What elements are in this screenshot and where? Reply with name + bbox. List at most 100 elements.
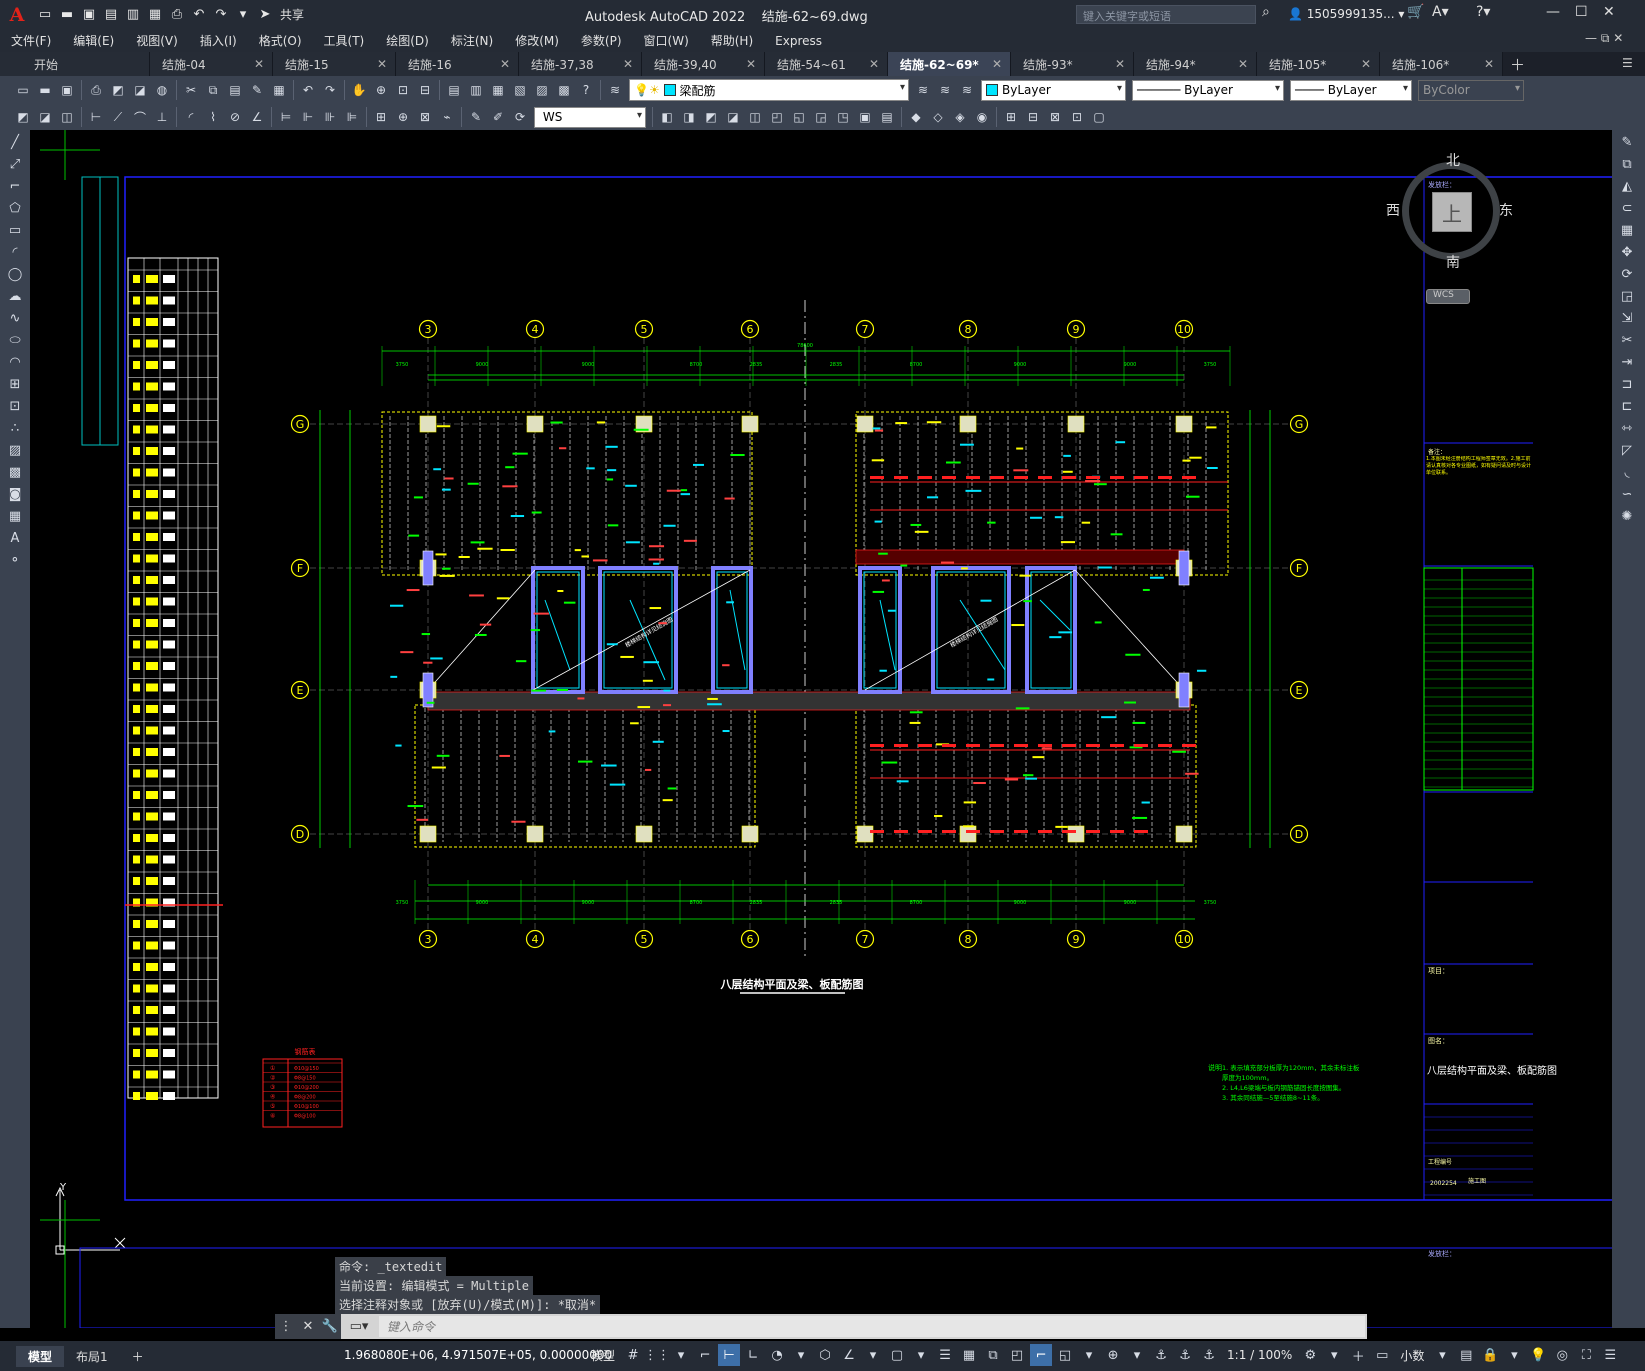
object-track-icon[interactable]: ∠	[838, 1344, 860, 1366]
copy-icon[interactable]: ⧉	[204, 81, 222, 99]
coordinates-readout[interactable]: 1.968080E+06, 4.971507E+05, 0.00000000	[344, 1348, 612, 1362]
mtext-icon[interactable]: A	[4, 528, 26, 548]
layer-dropdown[interactable]: 💡☀ 梁配筋 ▾	[629, 79, 909, 101]
clean-screen-icon[interactable]: ⛶	[1575, 1344, 1597, 1366]
wcs-menu[interactable]: WCS	[1426, 289, 1470, 304]
add-selected-icon[interactable]: ⚬	[4, 550, 26, 570]
cut-icon[interactable]: ✂	[182, 81, 200, 99]
hatch-icon[interactable]: ▨	[4, 440, 26, 460]
dim-update-icon[interactable]: ⟳	[511, 108, 529, 126]
dim-ordinate-icon[interactable]: ⊥	[153, 108, 171, 126]
qdim-icon[interactable]: ⊨	[277, 108, 295, 126]
view2-icon[interactable]: ◇	[929, 108, 947, 126]
workspace-menu-icon[interactable]: ▾	[1323, 1344, 1345, 1366]
ucs3-icon[interactable]: ◩	[702, 108, 720, 126]
revcloud-icon[interactable]: ☁	[4, 286, 26, 306]
drawing-canvas[interactable]: 钢筋表 ① Φ10@150 ② Φ8@150 ③ Φ10@200 ④ Φ8@200 ⑤ Φ10@1…	[30, 130, 1612, 1328]
ellipse-arc-icon[interactable]: ◠	[4, 352, 26, 372]
ucs2-icon[interactable]: ◨	[680, 108, 698, 126]
ucs10-icon[interactable]: ▣	[856, 108, 874, 126]
new-tab-icon[interactable]: ＋	[1510, 54, 1525, 75]
viewcube-south[interactable]: 南	[1446, 252, 1460, 272]
erase-icon[interactable]: ✎	[1616, 132, 1638, 152]
cmd-recent-icon[interactable]: ▭▾	[341, 1314, 377, 1339]
units-menu-icon[interactable]: ▾	[1431, 1344, 1453, 1366]
3d-osnap-icon[interactable]: ◰	[1006, 1344, 1028, 1366]
tab-list-icon[interactable]: ☰	[1622, 56, 1633, 70]
file-tab-6[interactable]: 结施-54~61 ✕	[765, 52, 888, 76]
ucs-dropdown[interactable]: WS ▾	[534, 106, 646, 128]
open-file-icon[interactable]: ▬	[57, 5, 77, 25]
snap-icon[interactable]: ⋮⋮	[644, 1344, 670, 1366]
ucs4-icon[interactable]: ◪	[724, 108, 742, 126]
sheetset-icon[interactable]: ▧	[511, 81, 529, 99]
point-icon[interactable]: ∴	[4, 418, 26, 438]
lineweight-dropdown[interactable]: ──── ByLayer ▾	[1290, 79, 1412, 101]
join-icon[interactable]: ⇿	[1616, 418, 1638, 438]
table-icon[interactable]: ▦	[4, 506, 26, 526]
tab-close-icon[interactable]: ✕	[746, 57, 756, 71]
autocad-logo[interactable]: A	[0, 0, 34, 29]
transparency-icon[interactable]: ▦	[958, 1344, 980, 1366]
redo-tb-icon[interactable]: ↷	[321, 81, 339, 99]
new-file-icon[interactable]: ▭	[35, 5, 55, 25]
menu-item-8[interactable]: 修改(M)	[504, 32, 570, 49]
lock-ui-icon[interactable]: 🔒	[1479, 1344, 1501, 1366]
layout-tab-layout1[interactable]: 布局1	[64, 1346, 120, 1367]
dwf-icon[interactable]: ◍	[153, 81, 171, 99]
tab-close-icon[interactable]: ✕	[500, 57, 510, 71]
track-menu-icon[interactable]: ▾	[862, 1344, 884, 1366]
menu-item-4[interactable]: 格式(O)	[248, 32, 313, 49]
menu-item-5[interactable]: 工具(T)	[313, 32, 376, 49]
file-tab-5[interactable]: 结施-39,40 ✕	[642, 52, 765, 76]
cmd-grip-icon[interactable]: ⋮	[275, 1314, 297, 1339]
tool-palette-icon[interactable]: ▦	[489, 81, 507, 99]
trim-icon[interactable]: ✂	[1616, 330, 1638, 350]
dimtedit-icon[interactable]: ✐	[489, 108, 507, 126]
autodesk-app-icon[interactable]: A▾	[1432, 4, 1449, 20]
file-tab-8[interactable]: 结施-93* ✕	[1011, 52, 1134, 76]
spline-icon[interactable]: ∿	[4, 308, 26, 328]
zoom-prev-icon[interactable]: ⊟	[416, 81, 434, 99]
help-icon[interactable]: ?▾	[1476, 4, 1490, 20]
close-icon[interactable]: ✕	[1603, 4, 1615, 20]
rotate-icon[interactable]: ⟳	[1616, 264, 1638, 284]
break-icon[interactable]: ⊏	[1616, 396, 1638, 416]
ellipse-icon[interactable]: ⬭	[4, 330, 26, 350]
add-layout-icon[interactable]: ＋	[120, 1346, 156, 1367]
viewcube-west[interactable]: 西	[1386, 200, 1400, 220]
pan-icon[interactable]: ✋	[350, 81, 368, 99]
ucs1-icon[interactable]: ◧	[658, 108, 676, 126]
selection-cycling-icon[interactable]: ⧉	[982, 1344, 1004, 1366]
ucs6-icon[interactable]: ◰	[768, 108, 786, 126]
file-tab-7[interactable]: 结施-62~69* ✕	[888, 52, 1011, 76]
region-icon[interactable]: ◙	[4, 484, 26, 504]
share-label[interactable]: 共享	[280, 6, 304, 23]
inspect-icon[interactable]: ⊠	[416, 108, 434, 126]
make-current-icon[interactable]: ≋	[914, 81, 932, 99]
layer-props-icon[interactable]: ≋	[606, 81, 624, 99]
cart-icon[interactable]: 🛒	[1407, 4, 1424, 20]
field-icon[interactable]: ▢	[1090, 108, 1108, 126]
customization-icon[interactable]: ☰	[1599, 1344, 1621, 1366]
polyline-icon[interactable]: ⌐	[4, 176, 26, 196]
polygon-icon[interactable]: ⬠	[4, 198, 26, 218]
blend-icon[interactable]: ∽	[1616, 484, 1638, 504]
layer-state-icon[interactable]: ≋	[958, 81, 976, 99]
gradient-icon[interactable]: ▩	[4, 462, 26, 482]
dim-diameter-icon[interactable]: ⊘	[226, 108, 244, 126]
dim-angular-icon[interactable]: ∠	[248, 108, 266, 126]
tab-close-icon[interactable]: ✕	[1238, 57, 1248, 71]
dim-aligned-icon[interactable]: ⟋	[109, 108, 127, 126]
isolate-icon[interactable]: 💡	[1527, 1344, 1549, 1366]
plotstyle-dropdown[interactable]: ByColor ▾	[1418, 79, 1524, 101]
ucs7-icon[interactable]: ◱	[790, 108, 808, 126]
markup-icon[interactable]: ▨	[533, 81, 551, 99]
tab-close-icon[interactable]: ✕	[869, 57, 879, 71]
menu-item-9[interactable]: 参数(P)	[570, 32, 633, 49]
web-mobile-save-icon[interactable]: ▦	[145, 5, 165, 25]
grid-icon[interactable]: #	[622, 1344, 644, 1366]
insert-block-icon[interactable]: ⊞	[1002, 108, 1020, 126]
polar-menu-icon[interactable]: ▾	[790, 1344, 812, 1366]
dimedit-icon[interactable]: ✎	[467, 108, 485, 126]
